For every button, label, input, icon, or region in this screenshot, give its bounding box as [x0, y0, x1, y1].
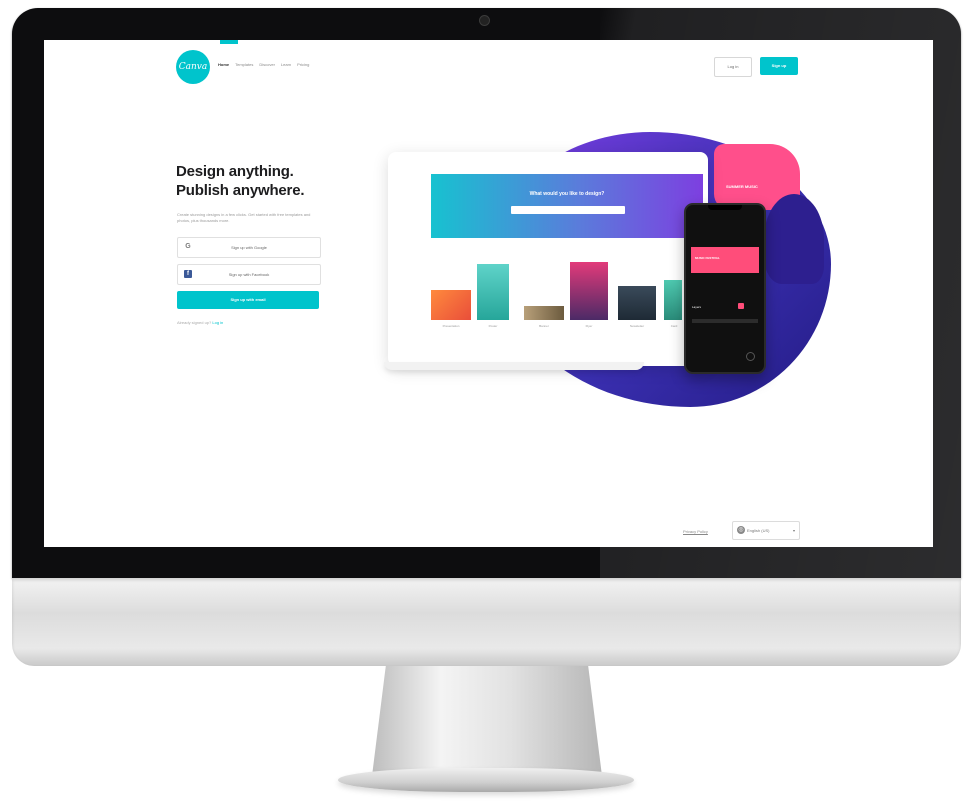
design-search-banner: What would you like to design?	[431, 174, 703, 238]
illustration-person	[764, 194, 824, 284]
thumb-card[interactable]	[664, 280, 682, 320]
thumb-label-flyer: Flyer	[585, 324, 593, 328]
thumb-label-poster: Poster	[488, 324, 498, 328]
nav-item-pricing[interactable]: Pricing	[297, 62, 309, 67]
phone-caption: Layers	[692, 305, 702, 309]
canva-logo[interactable]: Canva	[176, 50, 210, 84]
hero-headline: Design anything. Publish anywhere.	[176, 162, 305, 200]
login-prompt-text: Already signed up?	[177, 320, 212, 325]
headline-line-1: Design anything.	[176, 163, 294, 180]
phone-notch	[708, 205, 742, 210]
pink-panel-text: SUMMER MUSIC	[726, 184, 758, 189]
nav-item-discover[interactable]: Discover	[259, 62, 275, 67]
signup-button[interactable]: Sign up	[760, 57, 798, 75]
laptop-base	[384, 362, 644, 370]
nav-item-templates[interactable]: Templates	[235, 62, 253, 67]
monitor-stand-neck	[372, 666, 602, 776]
monitor-screen: Canva Home Templates Discover Learn Pric…	[44, 40, 933, 547]
monitor-chin	[12, 578, 961, 666]
phone-mockup: MUSIC FESTIVAL Layers	[684, 203, 766, 374]
thumb-poster[interactable]	[477, 264, 509, 320]
phone-timeline	[692, 319, 758, 323]
thumb-banner[interactable]	[524, 306, 564, 320]
login-link[interactable]: Log in	[212, 320, 223, 325]
globe-icon: ◎	[737, 526, 745, 534]
headline-line-2: Publish anywhere.	[176, 182, 305, 199]
privacy-policy-link[interactable]: Privacy Policy	[683, 529, 708, 534]
thumb-label-banner: Banner	[539, 324, 549, 328]
design-search-input[interactable]	[511, 206, 625, 214]
phone-banner-text: MUSIC FESTIVAL	[695, 256, 720, 260]
monitor-stand-base	[338, 768, 634, 792]
thumb-flyer[interactable]	[570, 262, 608, 320]
design-search-title: What would you like to design?	[529, 191, 605, 197]
nav-item-learn[interactable]: Learn	[281, 62, 291, 67]
google-signup-label: Sign up with Google	[231, 245, 267, 250]
chevron-down-icon: ▾	[792, 528, 795, 533]
phone-home-icon	[746, 352, 755, 361]
login-button[interactable]: Log in	[714, 57, 752, 77]
login-prompt: Already signed up? Log in	[177, 320, 223, 325]
facebook-signup-button[interactable]: f Sign up with Facebook	[177, 264, 321, 285]
thumb-label-presentation: Presentation	[442, 324, 460, 328]
record-icon	[738, 303, 744, 309]
email-signup-button[interactable]: Sign up with email	[177, 291, 319, 309]
thumb-newsletter[interactable]	[618, 286, 656, 320]
phone-banner: MUSIC FESTIVAL	[691, 247, 759, 273]
facebook-signup-label: Sign up with Facebook	[228, 272, 270, 277]
google-signup-button[interactable]: G Sign up with Google	[177, 237, 321, 258]
hero-subtext: Create stunning designs in a few clicks.…	[177, 212, 311, 223]
top-nav: Home Templates Discover Learn Pricing	[218, 62, 309, 67]
language-select[interactable]: ◎ English (US) ▾	[732, 521, 800, 540]
thumb-presentation[interactable]	[431, 290, 471, 320]
thumb-label-newsletter: Newsletter	[629, 324, 645, 328]
active-nav-indicator	[220, 40, 238, 44]
nav-item-home[interactable]: Home	[218, 62, 229, 67]
camera-icon	[479, 15, 490, 26]
language-label: English (US)	[747, 528, 770, 533]
